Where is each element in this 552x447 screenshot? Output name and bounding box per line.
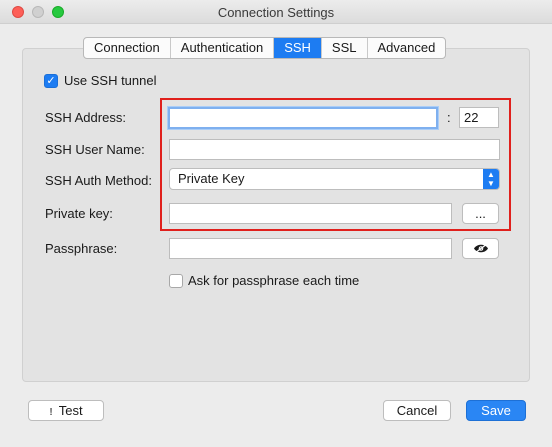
use-ssh-tunnel-checkbox[interactable]: ✓	[44, 74, 58, 88]
private-key-label: Private key:	[45, 206, 113, 221]
tab-ssh[interactable]: SSH	[274, 38, 322, 58]
passphrase-label: Passphrase:	[45, 241, 118, 256]
title-bar: Connection Settings	[0, 0, 552, 24]
warning-icon: !	[49, 407, 53, 418]
passphrase-input[interactable]	[169, 238, 452, 259]
test-button[interactable]: ! Test	[28, 400, 104, 421]
cancel-button[interactable]: Cancel	[383, 400, 451, 421]
checkmark-icon: ✓	[46, 75, 56, 87]
show-passphrase-button[interactable]	[462, 238, 499, 259]
tab-bar: Connection Authentication SSH SSL Advanc…	[83, 37, 447, 59]
ssh-user-name-label: SSH User Name:	[45, 142, 145, 157]
ssh-auth-method-label: SSH Auth Method:	[45, 173, 152, 188]
tab-authentication[interactable]: Authentication	[171, 38, 275, 58]
test-button-label: Test	[58, 403, 83, 418]
ask-passphrase-checkbox[interactable]	[169, 274, 183, 288]
highlight-box	[160, 98, 511, 231]
window-title: Connection Settings	[217, 5, 335, 20]
tab-connection[interactable]: Connection	[84, 38, 171, 58]
tab-ssl[interactable]: SSL	[322, 38, 368, 58]
ssh-address-label: SSH Address:	[45, 110, 126, 125]
ask-passphrase-label: Ask for passphrase each time	[188, 273, 360, 288]
eye-icon	[473, 243, 488, 254]
use-ssh-tunnel-label: Use SSH tunnel	[64, 73, 157, 88]
tab-advanced[interactable]: Advanced	[368, 38, 446, 58]
save-button[interactable]: Save	[466, 400, 526, 421]
